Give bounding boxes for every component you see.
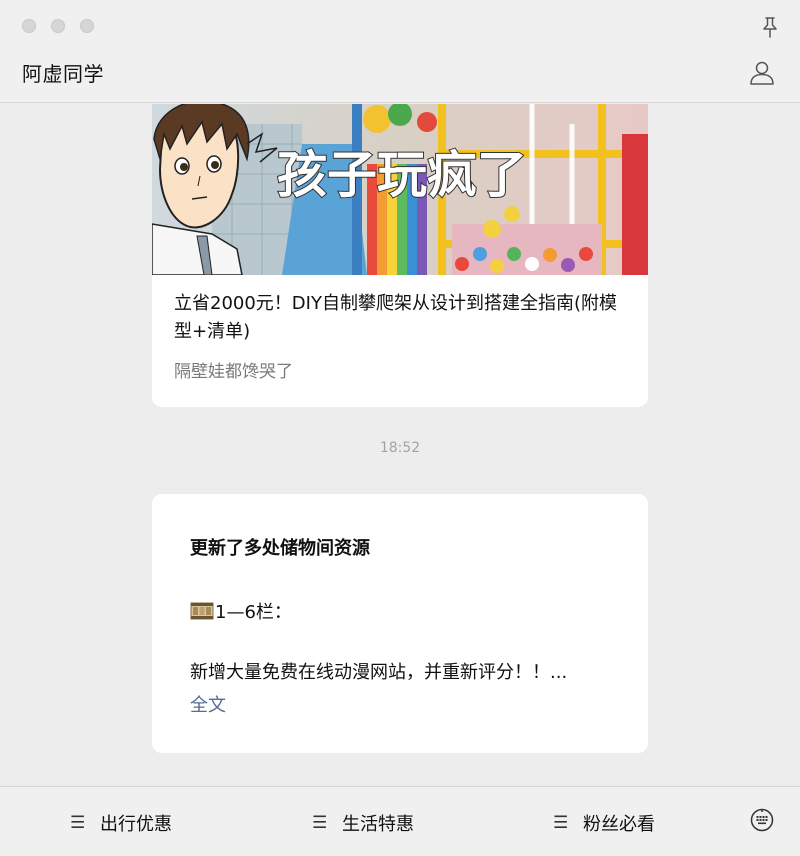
message-line1-text: 1—6栏： (215, 602, 292, 623)
read-full-text-link[interactable]: 全文 (190, 691, 226, 717)
chat-window: 阿虚同学 孩子玩疯了 立省2000元！DIY自制攀爬架从设计到搭建全指南(附模型… (0, 0, 800, 856)
menu-item-travel-deals[interactable]: ☰ 出行优惠 (70, 810, 172, 836)
menu-item-label: 出行优惠 (100, 814, 172, 835)
keyboard-icon[interactable] (750, 808, 774, 832)
pin-icon[interactable] (760, 16, 780, 38)
menu-list-icon: ☰ (553, 813, 569, 833)
article-cover-image: 孩子玩疯了 (152, 104, 648, 275)
minimize-window-button[interactable] (51, 19, 65, 33)
close-window-button[interactable] (22, 19, 36, 33)
menu-item-label: 粉丝必看 (583, 814, 655, 835)
film-frames-icon (190, 602, 214, 620)
message-timestamp: 18:52 (379, 440, 421, 456)
message-body: 新增大量免费在线动漫网站，并重新评分！！... (190, 662, 568, 683)
article-title: 立省2000元！DIY自制攀爬架从设计到搭建全指南(附模型+清单) (174, 293, 617, 342)
bottom-menu-bar: ☰ 出行优惠 ☰ 生活特惠 ☰ 粉丝必看 (0, 786, 800, 856)
message-line: 1—6栏： (190, 598, 292, 624)
message-heading: 更新了多处储物间资源 (190, 538, 370, 559)
menu-list-icon: ☰ (70, 813, 86, 833)
zoom-window-button[interactable] (80, 19, 94, 33)
menu-item-fans-must-see[interactable]: ☰ 粉丝必看 (553, 810, 655, 836)
menu-list-icon: ☰ (312, 813, 328, 833)
user-profile-icon[interactable] (748, 58, 776, 86)
menu-item-life-deals[interactable]: ☰ 生活特惠 (312, 810, 414, 836)
menu-item-label: 生活特惠 (342, 814, 414, 835)
article-card[interactable]: 孩子玩疯了 立省2000元！DIY自制攀爬架从设计到搭建全指南(附模型+清单) … (152, 104, 648, 407)
chat-title: 阿虚同学 (22, 62, 104, 86)
article-digest: 隔壁娃都馋哭了 (174, 362, 293, 382)
text-message-card[interactable]: 更新了多处储物间资源 1—6栏： 新增大量免费在线动漫网站，并重新评分！！...… (152, 494, 648, 753)
article-cover-text: 孩子玩疯了 (277, 146, 527, 204)
title-bar: 阿虚同学 (0, 0, 800, 103)
message-list[interactable]: 孩子玩疯了 立省2000元！DIY自制攀爬架从设计到搭建全指南(附模型+清单) … (0, 104, 800, 786)
